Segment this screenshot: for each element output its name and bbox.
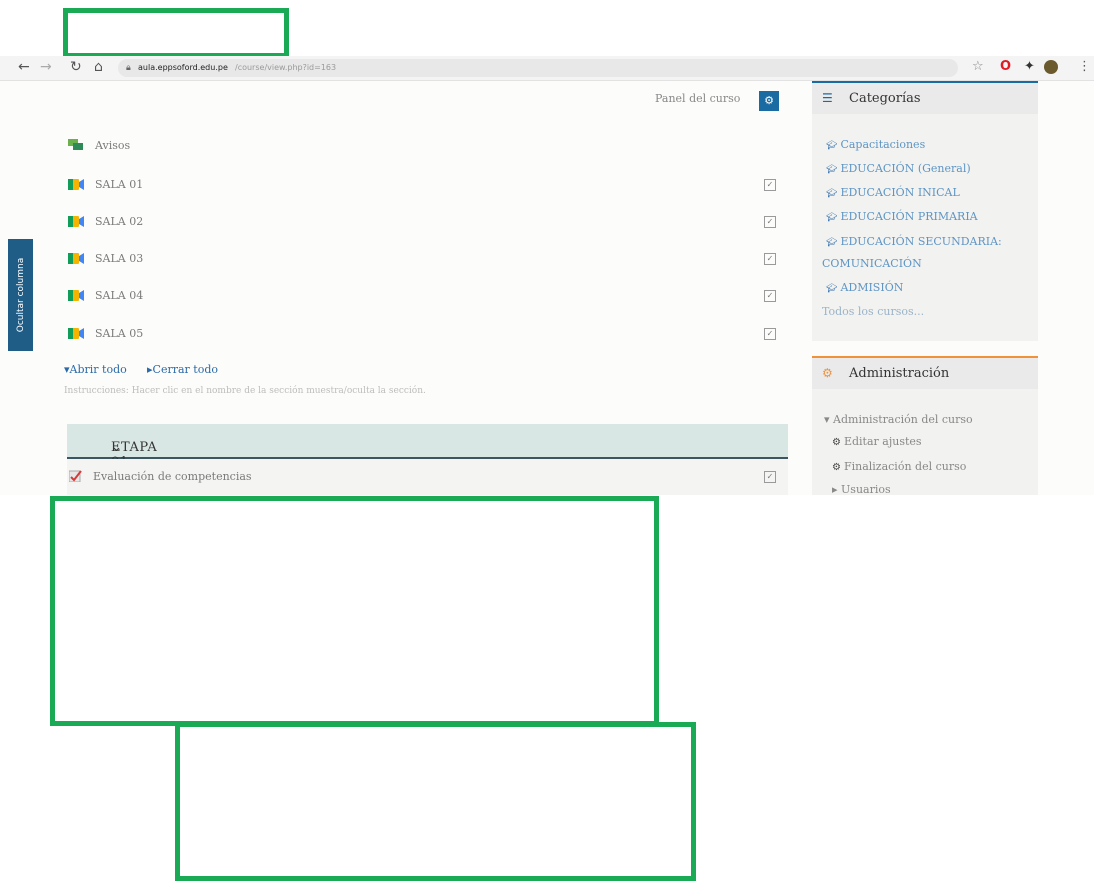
browser-toolbar: ← → ↻ ⌂ 🔒︎ aula.eppsoford.edu.pe /course… (0, 56, 1094, 81)
activity-link[interactable]: SALA 04 (95, 289, 143, 302)
activity-link[interactable]: Evaluación de competencias (93, 470, 252, 483)
categories-block: ☰ Categorías 🎓︎ Capacitaciones 🎓︎ EDUCACIÓ… (812, 81, 1038, 341)
block-title: Administración (849, 366, 950, 381)
menu-icon[interactable]: ⋮ (1078, 59, 1091, 74)
checkbox-icon[interactable]: ✓ (764, 179, 776, 191)
gear-icon: ⚙ (832, 462, 841, 473)
course-admin-link[interactable]: ▾ Administración del curso (824, 413, 973, 426)
activity-link[interactable]: Avisos (95, 139, 130, 152)
back-arrow-icon[interactable]: ← (18, 59, 30, 75)
category-link[interactable]: 🎓︎ EDUCACIÓN (General) (826, 162, 971, 175)
url-host: aula.eppsoford.edu.pe (138, 63, 228, 72)
all-courses-link[interactable]: Todos los cursos... (822, 305, 924, 318)
activity-link[interactable]: SALA 01 (95, 178, 143, 191)
avatar[interactable] (1044, 60, 1058, 74)
category-link[interactable]: 🎓︎ EDUCACIÓN PRIMARIA (826, 210, 978, 223)
administration-block: ⚙ Administración ▾ Administración del cu… (812, 356, 1038, 495)
extensions-icon[interactable]: ✦ (1024, 59, 1035, 74)
category-link[interactable]: 🎓︎ EDUCACIÓN INICAL (826, 186, 960, 199)
meet-icon (68, 216, 84, 227)
list-item[interactable]: Evaluación de competencias ✓ (67, 459, 788, 495)
block-title: Categorías (849, 91, 921, 106)
caret-right-icon: ▸ (832, 483, 842, 495)
block-header: ☰ Categorías (812, 81, 1038, 114)
graduation-cap-icon: 🎓︎ (826, 141, 838, 151)
checkbox-icon[interactable]: ✓ (764, 471, 776, 483)
activity-link[interactable]: SALA 02 (95, 215, 143, 228)
url-path: /course/view.php?id=163 (235, 63, 337, 72)
category-link[interactable]: 🎓︎ Capacitaciones (826, 138, 925, 151)
caret-down-icon: ▾ (824, 413, 834, 426)
course-page: Ocultar columna Panel del curso ⚙ Avisos… (0, 81, 1094, 495)
meet-icon (68, 179, 84, 190)
lock-icon: 🔒︎ (126, 63, 131, 73)
annotation-box-middle (50, 496, 659, 726)
forum-icon (68, 139, 83, 150)
users-link[interactable]: ▸ Usuarios (832, 483, 891, 495)
instructions-text: Instrucciones: Hacer clic en el nombre d… (64, 386, 426, 396)
expand-all-link[interactable]: ▾Abrir todo (64, 363, 127, 376)
activity-link[interactable]: SALA 03 (95, 252, 143, 265)
settings-icon: ⚙ (822, 366, 833, 380)
category-link[interactable]: 🎓︎ ADMISIÓN (826, 281, 903, 294)
annotation-box-top (63, 8, 289, 58)
hide-column-label: Ocultar columna (15, 257, 26, 333)
quiz-icon (69, 470, 82, 482)
edit-settings-link[interactable]: ⚙ Editar ajustes (832, 435, 922, 448)
checkbox-icon[interactable]: ✓ (764, 216, 776, 228)
graduation-cap-icon: 🎓︎ (826, 189, 838, 199)
reload-icon[interactable]: ↻ (70, 59, 82, 75)
gear-icon[interactable]: ⚙ (759, 91, 779, 111)
address-bar[interactable]: 🔒︎ aula.eppsoford.edu.pe /course/view.ph… (118, 59, 958, 77)
home-icon[interactable]: ⌂ (94, 59, 103, 75)
course-completion-link[interactable]: ⚙ Finalización del curso (832, 460, 966, 473)
checkbox-icon[interactable]: ✓ (764, 290, 776, 302)
category-link[interactable]: COMUNICACIÓN (822, 257, 922, 270)
hide-column-button[interactable]: Ocultar columna (8, 239, 33, 351)
meet-icon (68, 290, 84, 301)
activity-link[interactable]: SALA 05 (95, 327, 143, 340)
star-icon[interactable]: ☆ (972, 59, 984, 74)
checkbox-icon[interactable]: ✓ (764, 253, 776, 265)
category-link[interactable]: 🎓︎ EDUCACIÓN SECUNDARIA: (826, 235, 1002, 248)
graduation-cap-icon: 🎓︎ (826, 238, 838, 248)
block-header: ⚙ Administración (812, 356, 1038, 389)
graduation-cap-icon: 🎓︎ (826, 213, 838, 223)
section-header[interactable]: ⌄ ETAPA 01 (67, 424, 788, 470)
gear-icon: ⚙ (832, 437, 841, 448)
checkbox-icon[interactable]: ✓ (764, 328, 776, 340)
annotation-box-bottom (175, 722, 696, 881)
meet-icon (68, 328, 84, 339)
meet-icon (68, 253, 84, 264)
list-icon: ☰ (822, 91, 833, 105)
collapse-all-link[interactable]: ▸Cerrar todo (147, 363, 218, 376)
opera-icon[interactable]: O (1000, 59, 1011, 74)
graduation-cap-icon: 🎓︎ (826, 165, 838, 175)
graduation-cap-icon: 🎓︎ (826, 284, 838, 294)
forward-arrow-icon[interactable]: → (40, 59, 52, 75)
course-panel-label: Panel del curso (655, 92, 741, 105)
